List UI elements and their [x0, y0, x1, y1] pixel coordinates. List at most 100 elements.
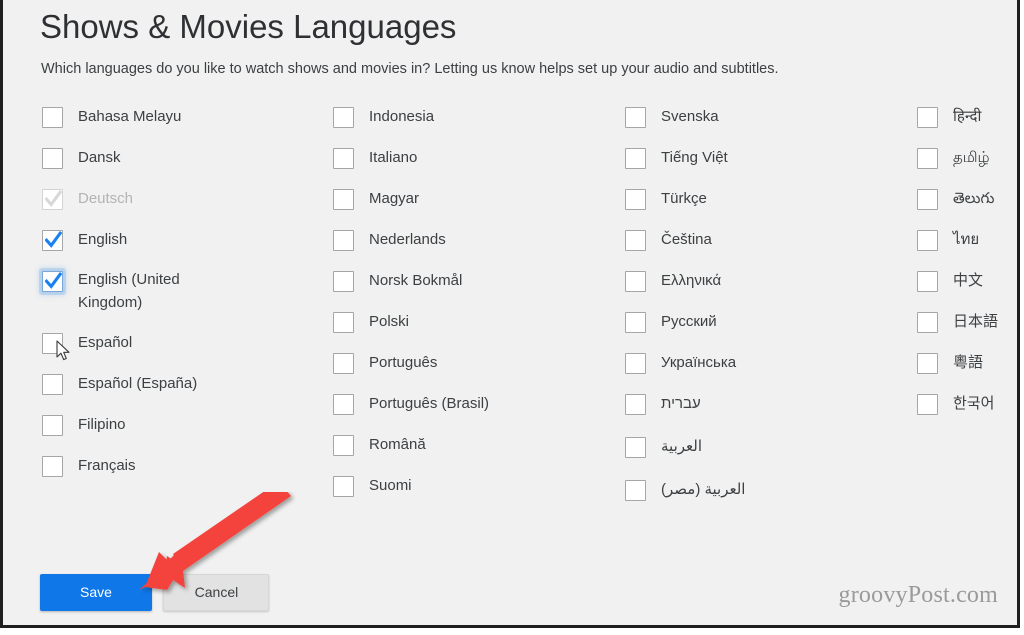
- language-checkbox[interactable]: [42, 415, 63, 436]
- language-label[interactable]: 粵語: [953, 350, 983, 376]
- language-option-row[interactable]: Svenska: [625, 104, 905, 145]
- language-checkbox[interactable]: [917, 148, 938, 169]
- language-label[interactable]: Svenska: [661, 104, 719, 130]
- language-label[interactable]: Русский: [661, 309, 717, 335]
- language-checkbox[interactable]: [625, 148, 646, 169]
- language-checkbox[interactable]: [625, 437, 646, 458]
- language-checkbox[interactable]: [42, 230, 63, 251]
- language-checkbox[interactable]: [333, 107, 354, 128]
- language-checkbox[interactable]: [333, 312, 354, 333]
- language-option-row[interactable]: Indonesia: [333, 104, 613, 145]
- language-option-row[interactable]: Filipino: [42, 412, 322, 453]
- language-label[interactable]: Suomi: [369, 473, 412, 499]
- language-checkbox[interactable]: [333, 394, 354, 415]
- language-option-row[interactable]: Ελληνικά: [625, 268, 905, 309]
- language-option-row[interactable]: English (United Kingdom): [42, 268, 322, 330]
- language-option-row[interactable]: Tiếng Việt: [625, 145, 905, 186]
- language-option-row[interactable]: Português: [333, 350, 613, 391]
- language-label[interactable]: Tiếng Việt: [661, 145, 728, 171]
- language-label[interactable]: हिन्दी: [953, 104, 981, 130]
- language-label[interactable]: עברית: [661, 391, 701, 417]
- language-label[interactable]: Bahasa Melayu: [78, 104, 181, 130]
- language-option-row[interactable]: Português (Brasil): [333, 391, 613, 432]
- language-option-row[interactable]: தமிழ்: [917, 145, 1017, 186]
- language-checkbox[interactable]: [333, 148, 354, 169]
- language-checkbox[interactable]: [917, 189, 938, 210]
- language-option-row[interactable]: English: [42, 227, 322, 268]
- language-checkbox[interactable]: [333, 476, 354, 497]
- language-option-row[interactable]: Italiano: [333, 145, 613, 186]
- language-checkbox[interactable]: [333, 435, 354, 456]
- language-checkbox[interactable]: [42, 148, 63, 169]
- language-checkbox[interactable]: [917, 312, 938, 333]
- language-label[interactable]: ไทย: [953, 227, 979, 253]
- language-label[interactable]: Polski: [369, 309, 409, 335]
- language-label[interactable]: தமிழ்: [953, 145, 990, 171]
- language-option-row[interactable]: العربية (مصر): [625, 477, 905, 520]
- language-label[interactable]: Українська: [661, 350, 736, 376]
- language-option-row[interactable]: Magyar: [333, 186, 613, 227]
- language-option-row[interactable]: Türkçe: [625, 186, 905, 227]
- language-option-row[interactable]: Čeština: [625, 227, 905, 268]
- language-checkbox[interactable]: [42, 271, 63, 292]
- language-checkbox[interactable]: [42, 333, 63, 354]
- language-option-row[interactable]: 中文: [917, 268, 1017, 309]
- language-option-row[interactable]: 日本語: [917, 309, 1017, 350]
- language-option-row[interactable]: Español: [42, 330, 322, 371]
- language-label[interactable]: العربية (مصر): [661, 477, 745, 503]
- language-label[interactable]: 한국어: [953, 391, 994, 417]
- language-label[interactable]: Español (España): [78, 371, 197, 397]
- language-checkbox[interactable]: [625, 271, 646, 292]
- language-label[interactable]: Italiano: [369, 145, 417, 171]
- language-label[interactable]: తెలుగు: [953, 186, 994, 212]
- language-option-row[interactable]: Dansk: [42, 145, 322, 186]
- language-checkbox[interactable]: [917, 394, 938, 415]
- language-label[interactable]: English (United Kingdom): [78, 268, 218, 314]
- language-checkbox[interactable]: [625, 480, 646, 501]
- language-checkbox[interactable]: [333, 230, 354, 251]
- language-option-row[interactable]: עברית: [625, 391, 905, 434]
- language-option-row[interactable]: Nederlands: [333, 227, 613, 268]
- language-option-row[interactable]: हिन्दी: [917, 104, 1017, 145]
- language-checkbox[interactable]: [917, 353, 938, 374]
- language-checkbox[interactable]: [333, 271, 354, 292]
- language-option-row[interactable]: Suomi: [333, 473, 613, 514]
- language-option-row[interactable]: Русский: [625, 309, 905, 350]
- language-checkbox[interactable]: [625, 394, 646, 415]
- language-label[interactable]: Español: [78, 330, 132, 356]
- language-option-row[interactable]: 한국어: [917, 391, 1017, 432]
- language-checkbox[interactable]: [625, 353, 646, 374]
- language-label[interactable]: Türkçe: [661, 186, 707, 212]
- cancel-button[interactable]: Cancel: [163, 574, 269, 611]
- language-checkbox[interactable]: [42, 374, 63, 395]
- language-label[interactable]: 中文: [953, 268, 983, 294]
- language-checkbox[interactable]: [917, 230, 938, 251]
- language-checkbox[interactable]: [625, 312, 646, 333]
- language-checkbox[interactable]: [42, 456, 63, 477]
- language-checkbox[interactable]: [917, 107, 938, 128]
- language-checkbox[interactable]: [333, 189, 354, 210]
- language-option-row[interactable]: Français: [42, 453, 322, 494]
- language-label[interactable]: Français: [78, 453, 136, 479]
- language-label[interactable]: Norsk Bokmål: [369, 268, 462, 294]
- language-checkbox[interactable]: [917, 271, 938, 292]
- language-label[interactable]: 日本語: [953, 309, 998, 335]
- language-label[interactable]: Dansk: [78, 145, 121, 171]
- language-label[interactable]: Magyar: [369, 186, 419, 212]
- language-checkbox[interactable]: [625, 230, 646, 251]
- language-label[interactable]: العربية: [661, 434, 702, 460]
- language-option-row[interactable]: Español (España): [42, 371, 322, 412]
- language-option-row[interactable]: తెలుగు: [917, 186, 1017, 227]
- language-label[interactable]: Română: [369, 432, 426, 458]
- language-option-row[interactable]: ไทย: [917, 227, 1017, 268]
- language-label[interactable]: Nederlands: [369, 227, 446, 253]
- language-label[interactable]: Indonesia: [369, 104, 434, 130]
- language-option-row[interactable]: Deutsch: [42, 186, 322, 227]
- language-option-row[interactable]: العربية: [625, 434, 905, 477]
- language-checkbox[interactable]: [625, 107, 646, 128]
- language-label[interactable]: English: [78, 227, 127, 253]
- language-label[interactable]: Čeština: [661, 227, 712, 253]
- language-option-row[interactable]: Română: [333, 432, 613, 473]
- language-checkbox[interactable]: [42, 107, 63, 128]
- language-label[interactable]: Ελληνικά: [661, 268, 721, 294]
